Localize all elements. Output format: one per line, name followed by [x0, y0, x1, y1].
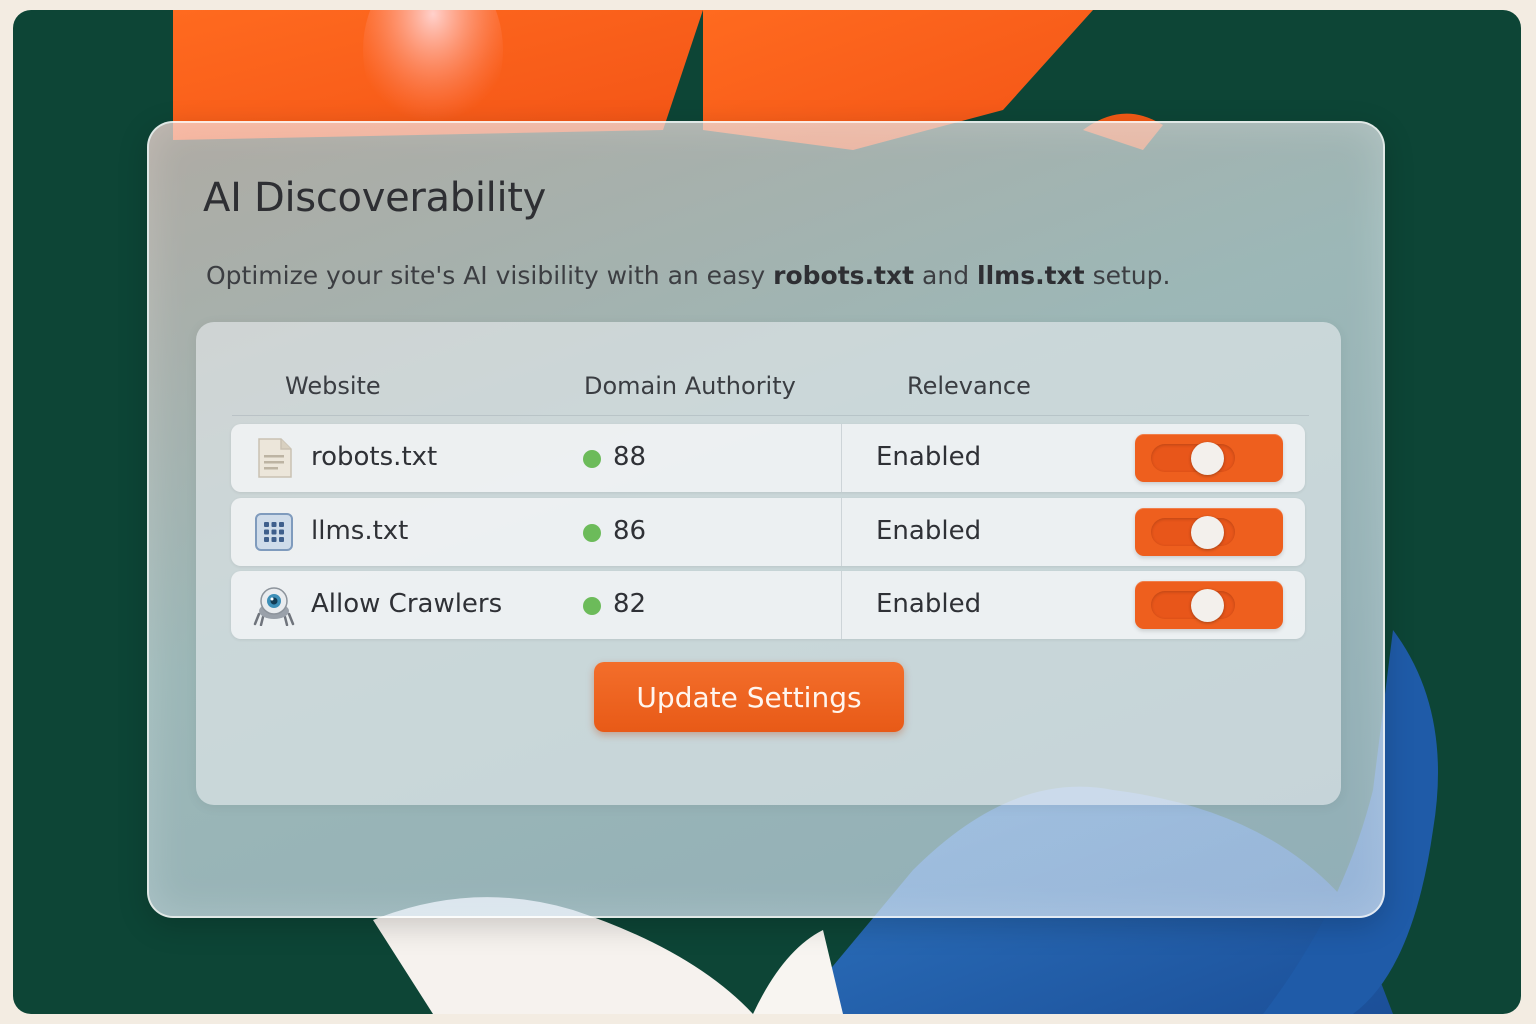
grid-icon [255, 513, 293, 551]
llms-toggle[interactable] [1135, 508, 1283, 556]
toggle-knob[interactable] [1191, 442, 1224, 475]
status-dot [583, 450, 601, 468]
row-name: robots.txt [311, 442, 438, 472]
crawlers-toggle[interactable] [1135, 581, 1283, 629]
domain-authority-score: 86 [613, 516, 647, 546]
update-settings-button[interactable]: Update Settings [594, 662, 904, 732]
page-subtitle: Optimize your site's AI visibility with … [206, 261, 1170, 290]
table-row-robots: robots.txt 88 Enabled [231, 424, 1305, 492]
table-row-llms: llms.txt 86 Enabled [231, 498, 1305, 566]
status-dot [583, 597, 601, 615]
robot-crawler-icon [253, 587, 295, 626]
column-divider [841, 424, 842, 492]
column-divider [841, 571, 842, 639]
header-divider [232, 415, 1309, 416]
relevance-status: Enabled [876, 589, 982, 619]
column-header-domain-authority: Domain Authority [584, 372, 796, 400]
subtitle-robots-bold: robots.txt [773, 261, 915, 290]
toggle-knob[interactable] [1191, 516, 1224, 549]
subtitle-text-start: Optimize your site's AI visibility with … [206, 261, 774, 290]
row-name: Allow Crawlers [311, 589, 503, 619]
settings-table-panel: Website Domain Authority Relevance robot… [196, 322, 1341, 805]
row-name: llms.txt [311, 516, 409, 546]
document-icon [258, 438, 292, 478]
column-divider [841, 498, 842, 566]
subtitle-llms-bold: llms.txt [977, 261, 1085, 290]
table-row-crawlers: Allow Crawlers 82 Enabled [231, 571, 1305, 639]
background-frame: AI Discoverability Optimize your site's … [13, 10, 1521, 1014]
status-dot [583, 524, 601, 542]
relevance-status: Enabled [876, 516, 982, 546]
relevance-status: Enabled [876, 442, 982, 472]
subtitle-text-end: setup. [1084, 261, 1171, 290]
subtitle-text-middle: and [914, 261, 978, 290]
column-header-website: Website [285, 372, 381, 400]
page-title: AI Discoverability [203, 175, 547, 221]
domain-authority-score: 88 [613, 442, 647, 472]
domain-authority-score: 82 [613, 589, 647, 619]
column-header-relevance: Relevance [907, 372, 1031, 400]
robots-toggle[interactable] [1135, 434, 1283, 482]
ai-discoverability-card: AI Discoverability Optimize your site's … [147, 121, 1385, 918]
toggle-knob[interactable] [1191, 589, 1224, 622]
